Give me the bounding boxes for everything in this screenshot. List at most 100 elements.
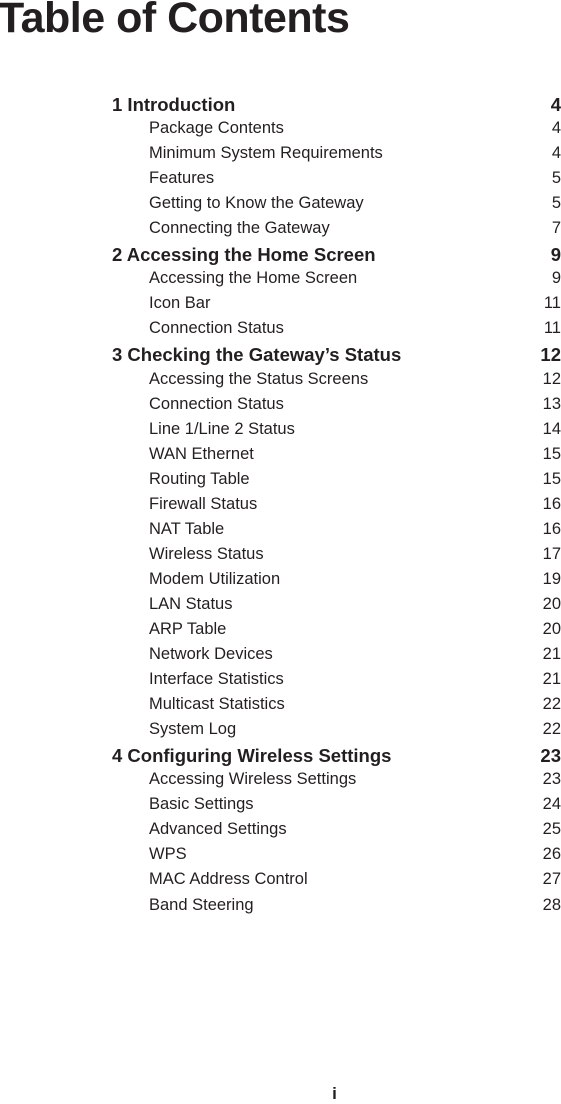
section-page-number: 15 xyxy=(542,469,561,488)
chapter-title: 2 Accessing the Home Screen xyxy=(112,244,376,266)
chapter-title: 1 Introduction xyxy=(112,94,236,115)
section-page-number: 28 xyxy=(542,895,561,914)
section-page-number: 24 xyxy=(542,795,561,814)
section-title: Basic Settings xyxy=(149,795,254,814)
section-page-number: 23 xyxy=(542,770,561,789)
section-page-number: 16 xyxy=(542,519,561,538)
section-title: Accessing Wireless Settings xyxy=(149,770,357,789)
section-title: NAT Table xyxy=(149,519,225,538)
section-page-number: 26 xyxy=(542,845,561,864)
section-title: Package Contents xyxy=(149,119,284,138)
section-page-number: 11 xyxy=(543,319,561,338)
section-page-number: 17 xyxy=(542,544,561,563)
section-page-number: 7 xyxy=(551,219,561,238)
toc-section-entry[interactable]: Minimum System Requirements 4 xyxy=(112,144,561,169)
section-page-number: 21 xyxy=(542,670,561,689)
toc-section-entry[interactable]: Accessing Wireless Settings 23 xyxy=(112,770,561,795)
toc-section-entry[interactable]: Firewall Status 16 xyxy=(112,495,561,520)
chapter-title: 4 Configuring Wireless Settings xyxy=(112,745,392,767)
toc-section-entry[interactable]: Accessing the Home Screen 9 xyxy=(112,269,561,294)
section-page-number: 12 xyxy=(542,369,561,388)
chapter-page-number: 23 xyxy=(540,745,561,767)
section-title: Getting to Know the Gateway xyxy=(149,194,364,213)
section-title: Advanced Settings xyxy=(149,820,287,839)
section-title: Connection Status xyxy=(149,394,284,413)
toc-section-entry[interactable]: Interface Statistics 21 xyxy=(112,670,561,695)
section-page-number: 20 xyxy=(542,619,561,638)
section-title: Wireless Status xyxy=(149,544,264,563)
toc-section-entry[interactable]: Icon Bar 11 xyxy=(112,294,561,319)
toc-section-entry[interactable]: NAT Table 16 xyxy=(112,520,561,545)
section-page-number: 9 xyxy=(551,269,561,288)
toc-chapter-entry[interactable]: 3 Checking the Gateway’s Status 12 xyxy=(112,344,561,369)
section-page-number: 13 xyxy=(542,394,561,413)
toc-section-entry[interactable]: System Log 22 xyxy=(112,720,561,745)
page-number: i xyxy=(332,1084,337,1103)
section-page-number: 4 xyxy=(551,144,561,163)
toc-section-entry[interactable]: MAC Address Control 27 xyxy=(112,870,561,895)
section-title: Features xyxy=(149,169,215,188)
section-title: MAC Address Control xyxy=(149,870,308,889)
toc-section-entry[interactable]: WAN Ethernet 15 xyxy=(112,445,561,470)
section-page-number: 11 xyxy=(543,294,561,313)
section-title: LAN Status xyxy=(149,594,233,613)
section-title: WAN Ethernet xyxy=(149,444,254,463)
section-title: Minimum System Requirements xyxy=(149,144,383,163)
toc-section-entry[interactable]: Modem Utilization 19 xyxy=(112,570,561,595)
toc-section-entry[interactable]: Features 5 xyxy=(112,169,561,194)
section-page-number: 14 xyxy=(542,419,561,438)
section-page-number: 20 xyxy=(542,594,561,613)
toc-section-entry[interactable]: ARP Table 20 xyxy=(112,620,561,645)
toc-section-entry[interactable]: Accessing the Status Screens 12 xyxy=(112,370,561,395)
section-page-number: 5 xyxy=(551,169,561,188)
section-page-number: 16 xyxy=(542,494,561,513)
section-title: WPS xyxy=(149,845,187,864)
section-title: Firewall Status xyxy=(149,494,258,513)
toc-section-entry[interactable]: Connection Status 11 xyxy=(112,319,561,344)
section-title: Routing Table xyxy=(149,469,250,488)
section-title: Accessing the Status Screens xyxy=(149,369,369,388)
section-title: Network Devices xyxy=(149,645,273,664)
section-title: Icon Bar xyxy=(149,294,211,313)
chapter-page-number: 4 xyxy=(550,94,561,115)
toc-section-entry[interactable]: Package Contents 4 xyxy=(112,119,561,144)
section-page-number: 15 xyxy=(542,444,561,463)
section-page-number: 4 xyxy=(551,119,561,138)
chapter-page-number: 9 xyxy=(550,244,561,266)
section-title: Multicast Statistics xyxy=(149,695,285,714)
toc-chapter-entry[interactable]: 2 Accessing the Home Screen 9 xyxy=(112,244,561,269)
toc-section-entry[interactable]: Band Steering 28 xyxy=(112,896,561,921)
toc-section-entry[interactable]: Multicast Statistics 22 xyxy=(112,695,561,720)
section-page-number: 5 xyxy=(551,194,561,213)
section-title: Accessing the Home Screen xyxy=(149,269,358,288)
section-page-number: 22 xyxy=(542,720,561,739)
section-title: ARP Table xyxy=(149,619,227,638)
chapter-page-number: 12 xyxy=(540,344,561,366)
toc-section-entry[interactable]: Line 1/Line 2 Status 14 xyxy=(112,420,561,445)
section-title: Line 1/Line 2 Status xyxy=(149,419,295,438)
page-title: Table of Contents xyxy=(0,0,350,42)
section-page-number: 22 xyxy=(542,695,561,714)
section-title: Connection Status xyxy=(149,319,284,338)
toc-section-entry[interactable]: Routing Table 15 xyxy=(112,470,561,495)
section-page-number: 27 xyxy=(542,870,561,889)
toc-section-entry[interactable]: WPS 26 xyxy=(112,845,561,870)
section-title: System Log xyxy=(149,720,237,739)
toc-section-entry[interactable]: Getting to Know the Gateway 5 xyxy=(112,194,561,219)
toc-section-entry[interactable]: Connection Status 13 xyxy=(112,395,561,420)
toc-section-entry[interactable]: Basic Settings 24 xyxy=(112,795,561,820)
table-of-contents: 1 Introduction 4 Package Contents 4 Minimum … xyxy=(112,94,561,921)
toc-section-entry[interactable]: Wireless Status 17 xyxy=(112,545,561,570)
section-title: Modem Utilization xyxy=(149,569,281,588)
toc-chapter-entry[interactable]: 1 Introduction 4 xyxy=(112,94,561,119)
toc-chapter-entry[interactable]: 4 Configuring Wireless Settings 23 xyxy=(112,745,561,770)
section-page-number: 21 xyxy=(542,645,561,664)
toc-section-entry[interactable]: Advanced Settings 25 xyxy=(112,820,561,845)
toc-section-entry[interactable]: Connecting the Gateway 7 xyxy=(112,219,561,244)
section-title: Band Steering xyxy=(149,895,254,914)
section-title: Interface Statistics xyxy=(149,670,284,689)
toc-section-entry[interactable]: LAN Status 20 xyxy=(112,595,561,620)
section-title: Connecting the Gateway xyxy=(149,219,330,238)
section-page-number: 19 xyxy=(542,569,561,588)
toc-section-entry[interactable]: Network Devices 21 xyxy=(112,645,561,670)
